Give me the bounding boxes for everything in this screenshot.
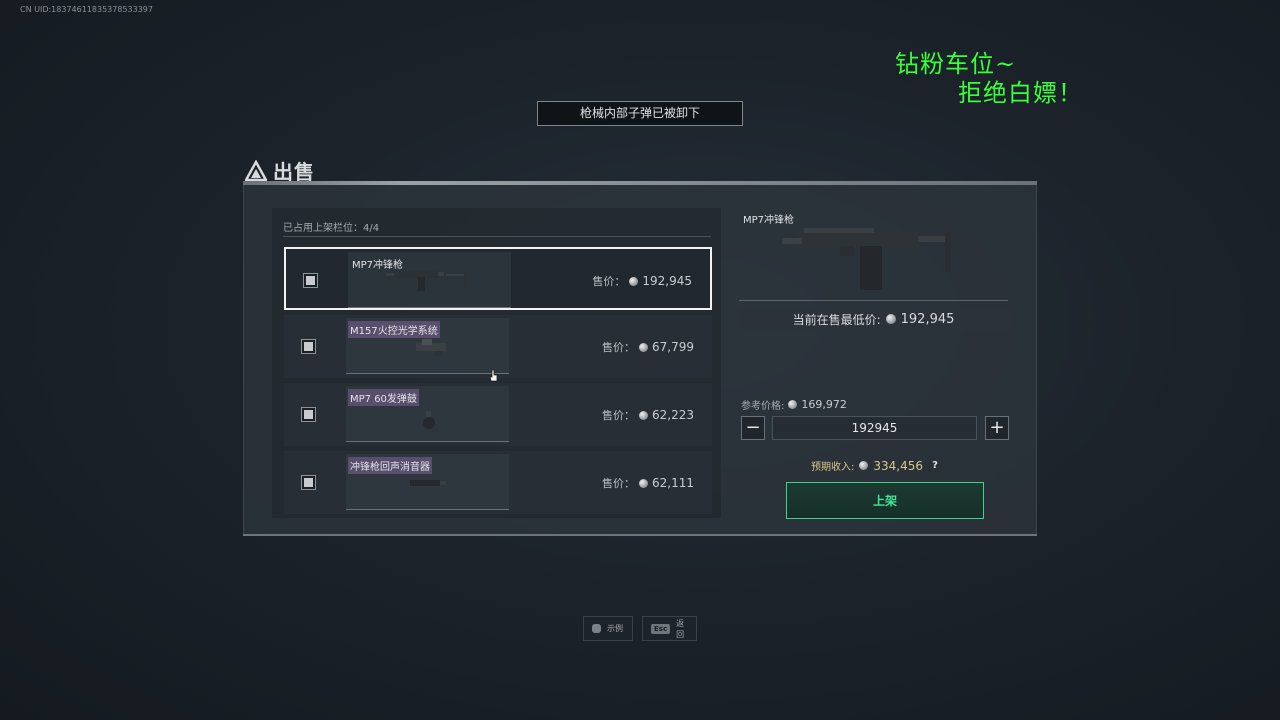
decrease-price-button[interactable]: −: [741, 416, 765, 440]
coin-icon: [788, 400, 798, 409]
lowest-price: 当前在售最低价: 192,945: [738, 308, 1009, 330]
checkbox[interactable]: [301, 407, 316, 422]
price-input[interactable]: 192945: [772, 416, 977, 440]
overlay-text-line1: 钻粉车位~: [895, 50, 1017, 78]
price-value: 62,223: [652, 408, 694, 422]
price-label: 售价：: [592, 275, 626, 288]
expected-income-value: 334,456: [873, 458, 923, 473]
panel-bottom-line: [243, 534, 1037, 536]
item-name: 冲锋枪回声消音器: [348, 457, 432, 474]
hand-cursor-icon: [489, 369, 498, 382]
coin-icon: [859, 461, 869, 470]
checkbox[interactable]: [301, 475, 316, 490]
expected-income-label: 预期收入:: [811, 462, 855, 473]
list-item-mp7-drum[interactable]: MP7 60发弹鼓 售价： 62,223: [284, 383, 712, 446]
optic-icon: [416, 339, 446, 356]
price-value: 192,945: [642, 274, 692, 288]
price-label: 售价：: [602, 409, 635, 422]
coin-icon: [639, 342, 648, 352]
example-hint[interactable]: 示例: [583, 616, 633, 641]
drum-magazine-icon: [423, 411, 435, 429]
reference-price-label: 参考价格:: [741, 401, 785, 412]
expected-income: 预期收入: 334,456 ?: [811, 458, 942, 473]
item-price: 售价： 67,799: [602, 339, 694, 355]
mouse-icon: [592, 624, 601, 633]
price-label: 售价：: [602, 341, 635, 354]
notice-banner: 枪械内部子弹已被卸下: [537, 101, 743, 126]
price-value: 67,799: [652, 340, 694, 354]
coin-icon: [639, 478, 648, 488]
checkbox[interactable]: [301, 339, 316, 354]
list-item-suppressor[interactable]: 冲锋枪回声消音器 售价： 62,111: [284, 451, 712, 514]
item-name: MP7 60发弹鼓: [348, 389, 419, 406]
slots-label: 已占用上架栏位：4/4: [283, 223, 380, 234]
price-value: 62,111: [652, 476, 694, 490]
checkbox[interactable]: [303, 273, 318, 288]
reference-price: 参考价格: 169,972: [741, 397, 847, 412]
back-hint[interactable]: Esc 返回: [642, 616, 697, 641]
uid-text: CN UID:18374611835378533397: [20, 5, 153, 14]
coin-icon: [639, 410, 648, 420]
smg-preview-icon: [782, 228, 951, 290]
esc-key-icon: Esc: [651, 623, 671, 634]
suppressor-icon: [410, 480, 446, 486]
back-hint-label: 返回: [676, 618, 685, 639]
help-icon[interactable]: ?: [928, 458, 942, 473]
reference-price-value: 169,972: [801, 398, 847, 411]
preview-divider: [739, 300, 1008, 301]
increase-price-button[interactable]: +: [985, 416, 1009, 440]
smg-icon: [386, 271, 467, 291]
lowest-price-value: 192,945: [900, 311, 955, 327]
list-for-sale-button[interactable]: 上架: [786, 482, 984, 519]
item-name: M157火控光学系统: [348, 321, 440, 338]
item-price: 售价： 62,111: [602, 475, 694, 491]
item-price: 售价： 62,223: [602, 407, 694, 423]
list-item-mp7[interactable]: MP7冲锋枪 售价： 192,945: [284, 247, 712, 310]
price-label: 售价：: [602, 477, 635, 490]
overlay-text-line2: 拒绝白嫖！: [958, 79, 1083, 107]
triangle-logo-icon: [245, 159, 267, 181]
coin-icon: [629, 276, 639, 286]
example-hint-label: 示例: [607, 624, 623, 633]
item-price: 售价： 192,945: [592, 273, 692, 289]
lowest-price-label: 当前在售最低价:: [792, 312, 881, 327]
slots-divider: [283, 236, 711, 237]
coin-icon: [885, 314, 896, 324]
